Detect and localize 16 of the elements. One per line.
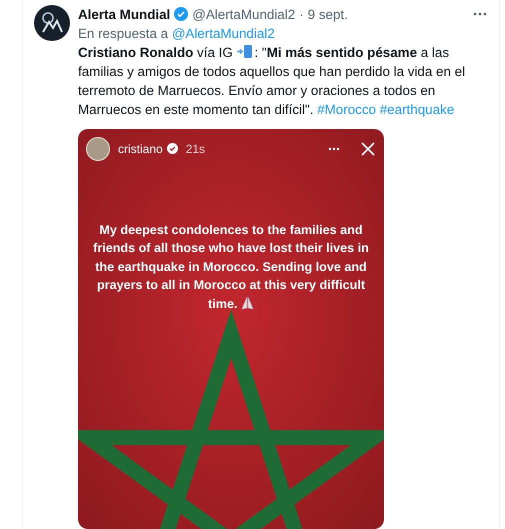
more-icon[interactable] — [473, 12, 487, 16]
story-message: My deepest condolences to the families and friends of all those who have lost their lives in the earthquake in Morocco. Sending love and prayers to all in Morocco at this very difficult time. — [92, 222, 370, 313]
tweet-text: Cristiano Ronaldo vía IG : "Mi más sentido pésame a las familias y amigos de todos aquellos que han perdido la vida en el terremoto de Marruecos. Envío amor y oraciones a todos en Marruecos en este momento tan difícil". #Morocco #earthquake — [78, 42, 466, 119]
close-icon[interactable] — [360, 140, 376, 157]
more-icon[interactable] — [328, 146, 340, 151]
story-age: 21s — [186, 142, 206, 156]
reply-context: En respuesta a @AlertaMundial2 — [78, 26, 276, 41]
avatar-icon[interactable] — [34, 5, 70, 41]
tweet-time[interactable]: 9 sept. — [308, 6, 348, 22]
praying-hands-icon — [240, 296, 254, 310]
author-handle[interactable]: @AlertaMundial2 — [192, 6, 296, 22]
author-name[interactable]: Alerta Mundial — [78, 6, 170, 22]
phone-icon — [236, 44, 254, 59]
separator-dot: · — [299, 6, 304, 22]
avatar-icon[interactable] — [86, 136, 110, 161]
story-username[interactable]: cristiano — [118, 142, 163, 156]
